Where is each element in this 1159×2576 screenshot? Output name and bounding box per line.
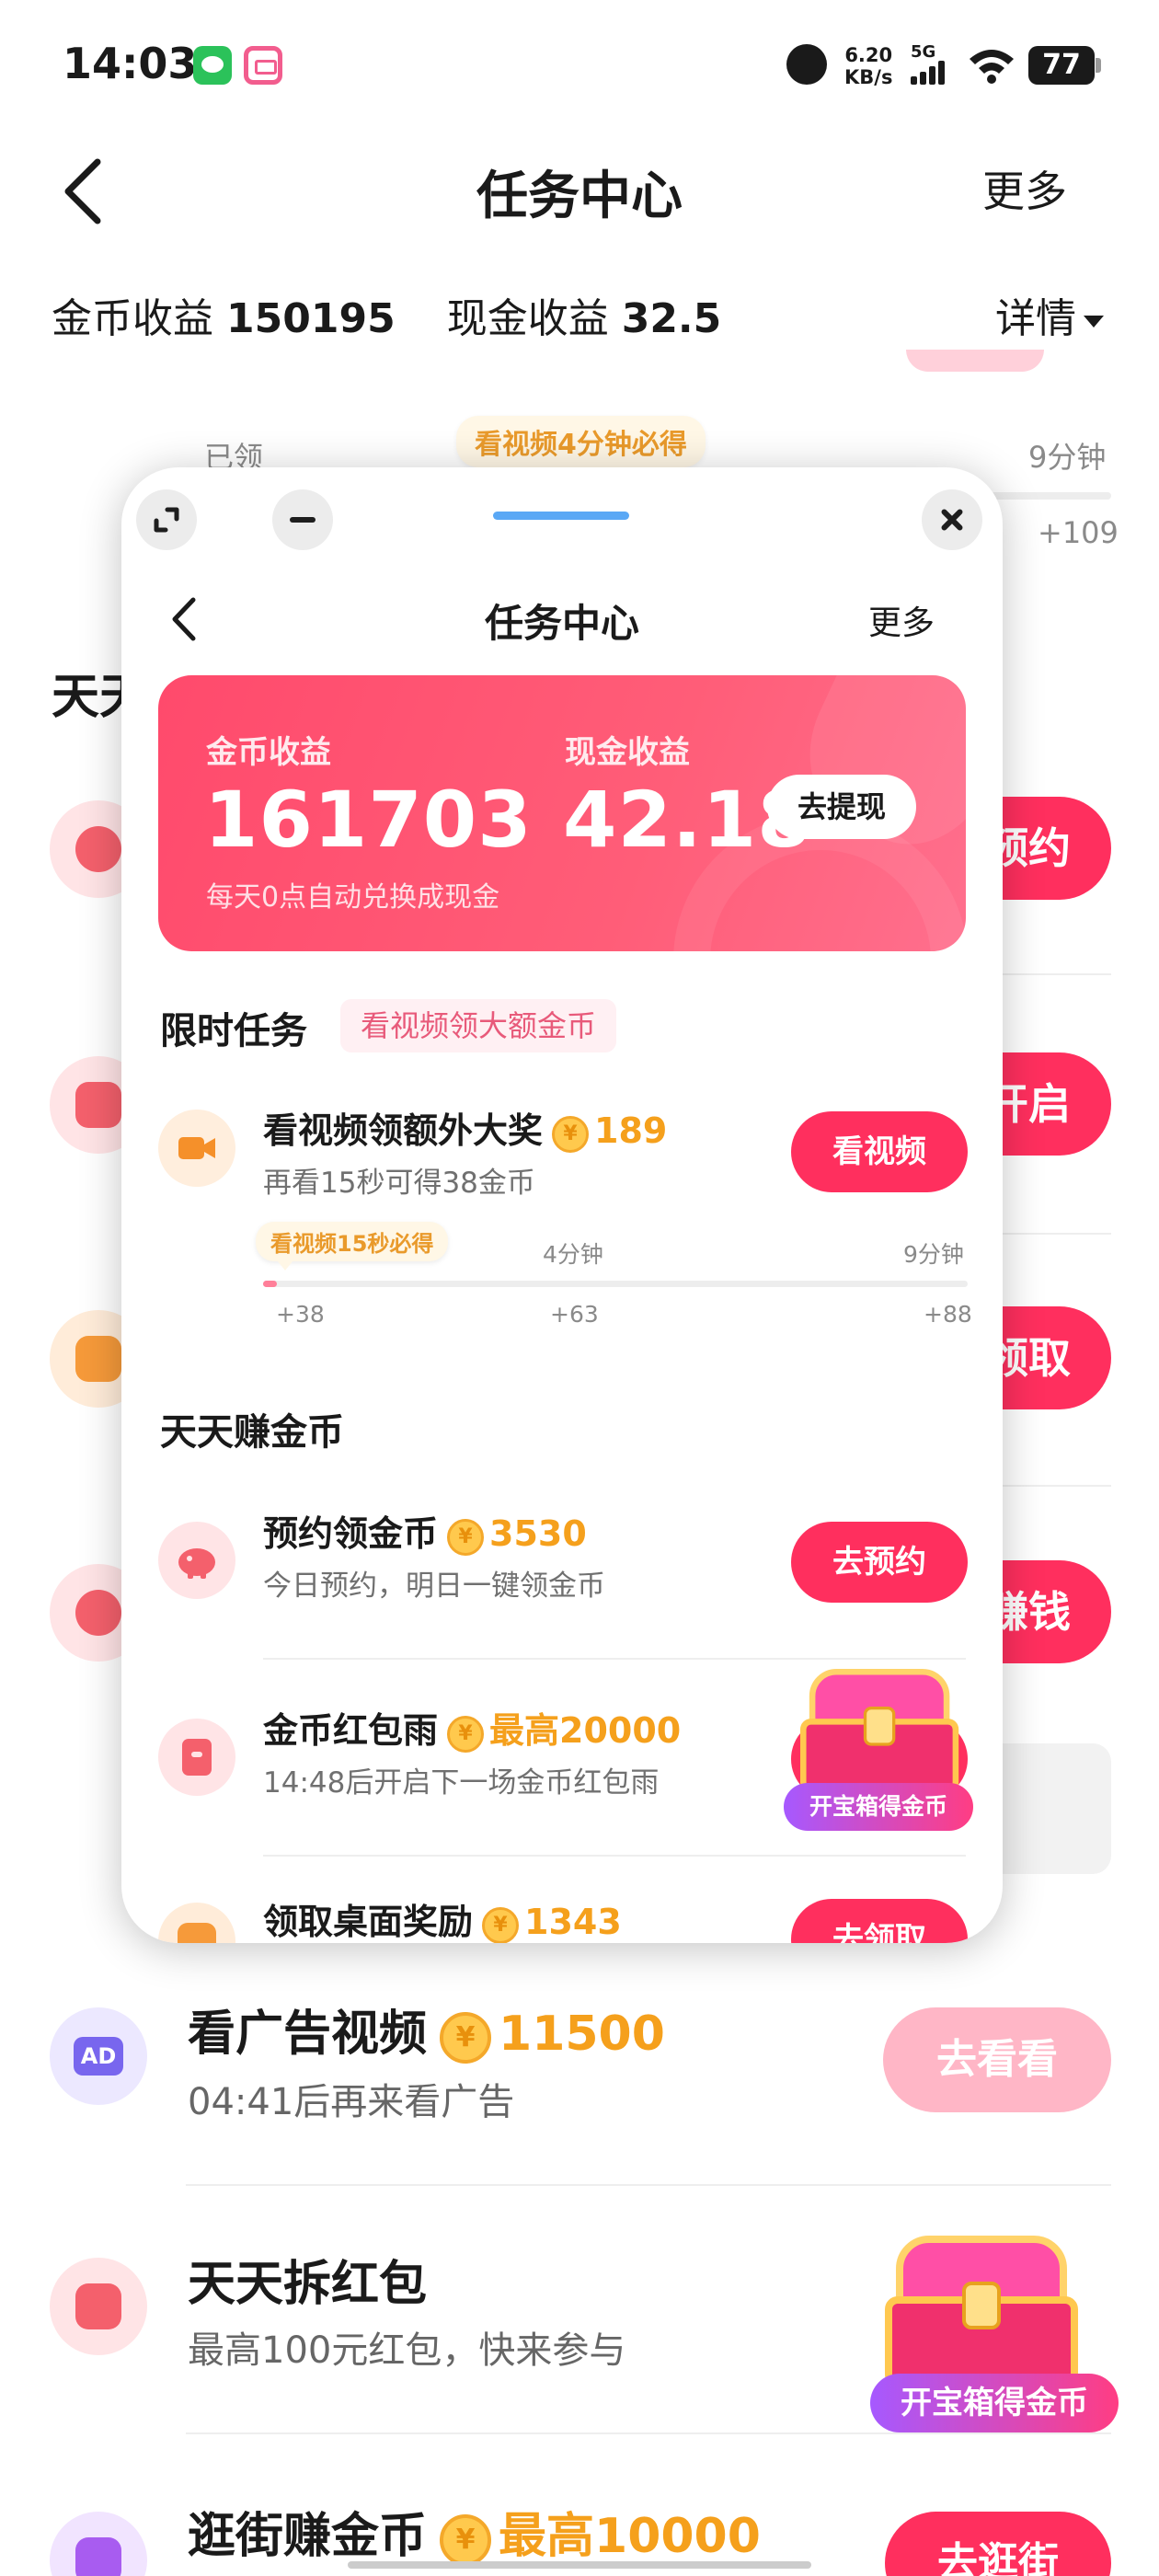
progress-tip: 看视频4分钟必得 bbox=[456, 416, 706, 478]
more-button[interactable]: 更多 bbox=[982, 158, 1067, 219]
video-task-subtitle: 再看15秒可得38金币 bbox=[263, 1167, 535, 1200]
divider bbox=[263, 1855, 966, 1857]
progress-reward: +88 bbox=[924, 1301, 972, 1328]
coin-icon: ¥ bbox=[447, 1519, 485, 1556]
video-camera-icon bbox=[158, 1110, 235, 1187]
earnings-card: 金币收益 161703 现金收益 42.18 去提现 每天0点自动兑换成现金 bbox=[158, 675, 966, 951]
red-envelope-task-title: 天天拆红包 bbox=[188, 2257, 428, 2312]
earnings-summary: 金币收益 150195 现金收益 32.5 bbox=[52, 285, 721, 344]
daily-section-title: 天天赚金币 bbox=[160, 1411, 344, 1454]
ad-task-subtitle: 04:41后再来看广告 bbox=[188, 2081, 515, 2123]
close-icon[interactable] bbox=[922, 489, 982, 550]
cash-earnings-label: 现金收益 bbox=[446, 295, 609, 342]
desktop-reward-button[interactable]: 去领取 bbox=[791, 1899, 968, 1943]
video-task-amount: 189 bbox=[594, 1110, 668, 1151]
limited-tasks-tag: 看视频领大额金币 bbox=[340, 999, 617, 1052]
caret-down-icon bbox=[1084, 315, 1104, 328]
desktop-reward-task-name: 领取桌面奖励 bbox=[263, 1902, 474, 1942]
ad-task-amount: 11500 bbox=[499, 2007, 665, 2062]
progress-reward: +63 bbox=[550, 1301, 599, 1328]
ad-task-title: 看广告视频 ¥11500 bbox=[188, 1995, 665, 2064]
cash-earnings-label: 现金收益 bbox=[565, 734, 690, 771]
divider bbox=[186, 2432, 1111, 2434]
coin-earnings-label: 金币收益 bbox=[206, 734, 331, 771]
red-envelope-task-subtitle: 最高100元红包，快来参与 bbox=[188, 2329, 626, 2372]
ad-task-name: 看广告视频 bbox=[188, 2007, 428, 2062]
minimize-icon[interactable] bbox=[272, 489, 333, 550]
coin-icon: ¥ bbox=[440, 2012, 492, 2064]
divider bbox=[186, 2184, 1111, 2186]
red-envelope-icon bbox=[50, 2258, 147, 2355]
shopping-icon bbox=[50, 2512, 147, 2576]
red-packet-task-amount: 最高20000 bbox=[489, 1710, 682, 1751]
progress-tick-label: 9分钟 bbox=[903, 1241, 964, 1268]
progress-bar bbox=[263, 1281, 968, 1287]
shopping-task-amount: 最高10000 bbox=[499, 2509, 761, 2564]
reserve-button[interactable]: 去预约 bbox=[791, 1522, 968, 1603]
treasure-chest-icon[interactable] bbox=[800, 1669, 959, 1802]
scrolled-button-fragment bbox=[906, 350, 1044, 372]
desktop-reward-task-title: 领取桌面奖励 ¥1343 bbox=[263, 1893, 622, 1943]
progress-end-reward: +109 bbox=[1038, 515, 1119, 550]
limited-tasks-title: 限时任务 bbox=[160, 1010, 307, 1052]
reserve-task-subtitle: 今日预约，明日一键领金币 bbox=[263, 1570, 605, 1603]
coin-earnings-value: 161703 bbox=[204, 775, 533, 865]
red-packet-icon bbox=[158, 1719, 235, 1796]
progress-tip: 看视频15秒必得 bbox=[256, 1222, 449, 1271]
floating-window: 任务中心 更多 金币收益 161703 现金收益 42.18 去提现 每天0点自… bbox=[121, 467, 1003, 1943]
piggy-bank-icon bbox=[158, 1522, 235, 1599]
details-label: 详情 bbox=[995, 295, 1076, 342]
reserve-task-title: 预约领金币 ¥3530 bbox=[263, 1505, 587, 1556]
cash-earnings-value: 32.5 bbox=[621, 295, 722, 342]
coin-icon: ¥ bbox=[552, 1116, 590, 1153]
desktop-reward-task-amount: 1343 bbox=[524, 1902, 622, 1942]
coin-icon: ¥ bbox=[440, 2514, 492, 2566]
expand-icon[interactable] bbox=[136, 489, 197, 550]
progress-end-label: 9分钟 bbox=[1028, 440, 1107, 475]
red-packet-task-subtitle: 14:48后开启下一场金币红包雨 bbox=[263, 1766, 660, 1800]
video-task-title: 看视频领额外大奖 ¥189 bbox=[263, 1102, 667, 1153]
open-chest-label[interactable]: 开宝箱得金币 bbox=[784, 1783, 973, 1831]
red-packet-task-name: 金币红包雨 bbox=[263, 1710, 439, 1751]
coin-earnings-value: 150195 bbox=[226, 295, 396, 342]
shopping-task-name: 逛街赚金币 bbox=[188, 2509, 428, 2564]
drag-handle[interactable] bbox=[493, 512, 629, 520]
video-task-name: 看视频领额外大奖 bbox=[263, 1110, 544, 1151]
desktop-reward-icon bbox=[158, 1903, 235, 1943]
coin-icon: ¥ bbox=[482, 1907, 520, 1943]
red-packet-task-title: 金币红包雨 ¥ 最高20000 bbox=[263, 1702, 681, 1753]
scrolled-text-fragment bbox=[184, 340, 828, 377]
progress-tick-label: 4分钟 bbox=[543, 1241, 603, 1268]
exchange-note: 每天0点自动兑换成现金 bbox=[206, 881, 500, 914]
progress-reward: +38 bbox=[276, 1301, 325, 1328]
ad-icon: AD bbox=[50, 2007, 147, 2105]
divider bbox=[263, 1658, 966, 1660]
details-dropdown[interactable]: 详情 bbox=[995, 285, 1104, 344]
shopping-button[interactable]: 去逛街 bbox=[885, 2512, 1111, 2576]
coin-icon: ¥ bbox=[447, 1716, 485, 1753]
reserve-task-name: 预约领金币 bbox=[263, 1513, 439, 1554]
watch-video-button[interactable]: 看视频 bbox=[791, 1111, 968, 1192]
withdraw-button[interactable]: 去提现 bbox=[767, 775, 916, 839]
coin-earnings-label: 金币收益 bbox=[52, 295, 213, 342]
watch-ad-button[interactable]: 去看看 bbox=[883, 2007, 1111, 2112]
more-button[interactable]: 更多 bbox=[868, 596, 935, 644]
progress-bar-fill bbox=[263, 1281, 277, 1287]
reserve-task-amount: 3530 bbox=[489, 1513, 587, 1554]
shopping-task-title: 逛街赚金币 ¥ 最高10000 bbox=[188, 2497, 761, 2566]
home-indicator[interactable] bbox=[348, 2561, 811, 2569]
open-chest-label[interactable]: 开宝箱得金币 bbox=[870, 2374, 1119, 2432]
